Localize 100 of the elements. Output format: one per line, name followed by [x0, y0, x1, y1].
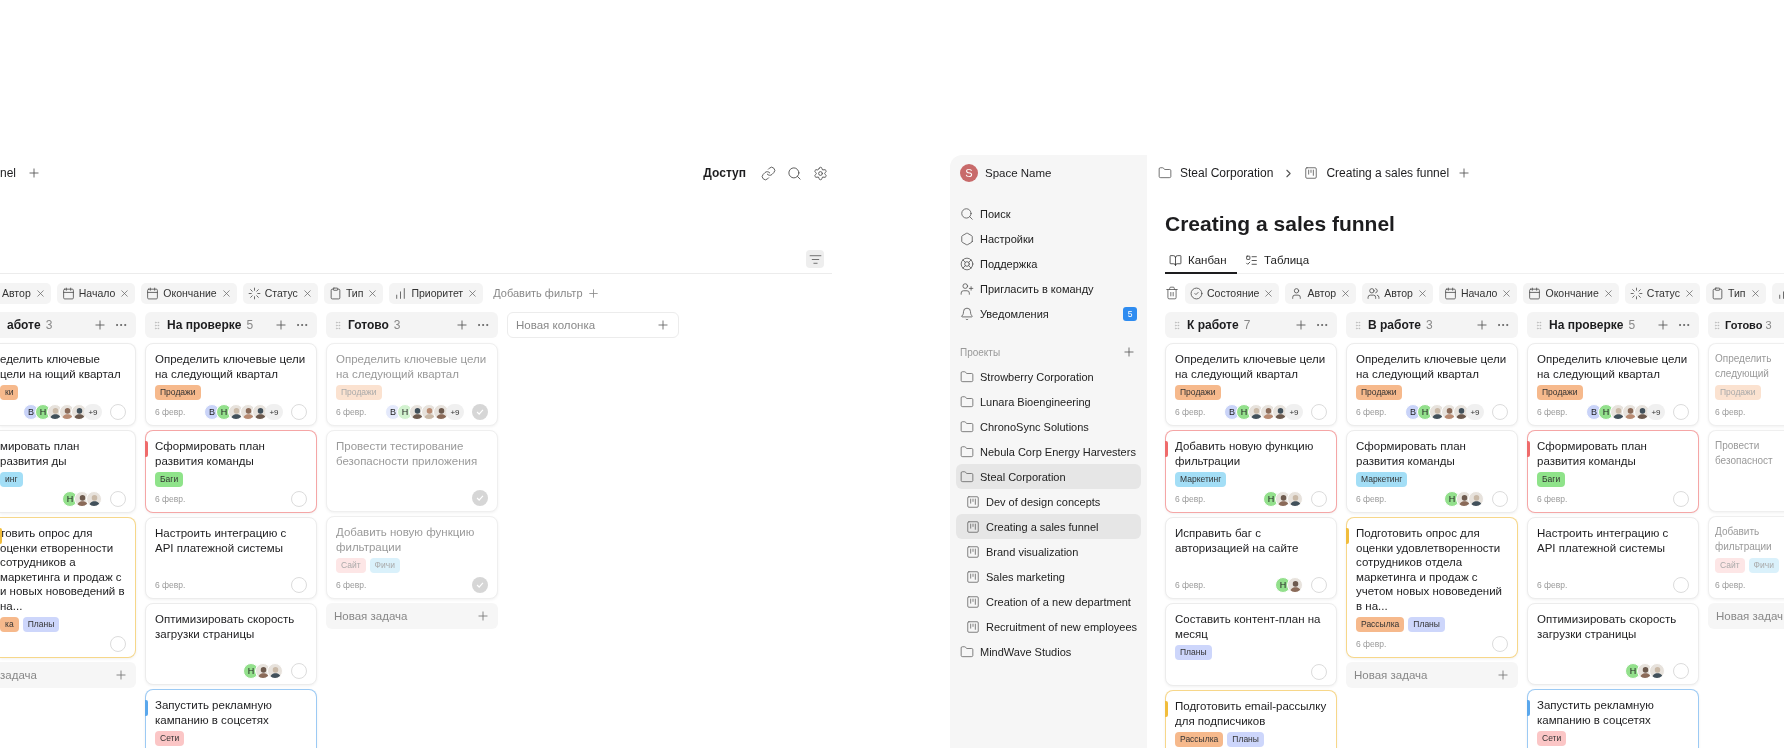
project-item[interactable]: Creating a sales funnel — [956, 514, 1141, 539]
breadcrumb-item[interactable]: Creating a sales funnel — [1326, 166, 1450, 180]
complete-checkbox[interactable] — [472, 404, 488, 420]
breadcrumb-item[interactable]: nel — [0, 166, 16, 180]
plus-icon[interactable] — [114, 668, 128, 682]
task-card[interactable]: Оптимизировать скорость загрузки страницы Н — [145, 603, 317, 685]
filter-chip[interactable]: Автор — [1285, 282, 1357, 304]
filter-chip[interactable]: Статус — [242, 282, 318, 304]
filter-chip[interactable]: Автор — [1362, 282, 1433, 304]
space-avatar[interactable]: S — [960, 164, 978, 182]
filter-chip[interactable]: Окончание — [1523, 282, 1619, 304]
nav-item[interactable]: Поиск — [956, 201, 1141, 226]
nav-item[interactable]: Поддержка — [956, 251, 1141, 276]
task-card[interactable]: Запустить рекламную кампанию в соцсетях Сети — [1527, 689, 1699, 748]
task-card[interactable]: Подготовить email-рассылку для подписчиков Рассылка Планы — [1165, 690, 1337, 748]
task-card[interactable]: товить опрос для оценки етворенности сотрудников а маркетинга и продаж с и новых нововедений в на... ка Планы — [0, 517, 136, 658]
drag-handle-icon[interactable] — [1353, 320, 1363, 330]
project-item[interactable]: Creation of a new department — [956, 589, 1141, 614]
drag-handle-icon[interactable] — [1534, 320, 1544, 330]
task-card[interactable]: Определить ключевые цели на следующий квартал Продажи 6 февр. В Н +9 — [1527, 343, 1699, 426]
search-icon[interactable] — [786, 165, 802, 181]
task-card[interactable]: Подготовить опрос для оценки удовлетворенности сотрудников отдела маркетинга и продаж с учетом новых нововедений в на... Рассылка Планы 6 февр. — [1346, 517, 1518, 658]
plus-icon[interactable] — [656, 318, 670, 332]
task-card[interactable]: Настроить интеграцию с API платежной системы 6 февр. — [145, 517, 317, 599]
access-link[interactable]: Доступ — [703, 166, 746, 180]
task-card[interactable]: Сформировать план развития команды Баги 6 февр. — [145, 430, 317, 513]
filter-chip[interactable]: Статус — [1624, 282, 1700, 304]
close-icon[interactable] — [467, 287, 479, 299]
nav-item[interactable]: Настройки — [956, 226, 1141, 251]
filter-chip[interactable]: Приоритет — [389, 282, 484, 304]
complete-checkbox[interactable] — [472, 577, 488, 593]
nav-item[interactable]: Уведомления 5 — [956, 301, 1141, 326]
close-icon[interactable] — [1416, 287, 1428, 299]
project-item[interactable]: Nebula Corp Energy Harvesters — [956, 439, 1141, 464]
task-card[interactable]: Определить ключевые цели на следующий квартал Продажи 6 февр. В Н +9 — [1165, 343, 1337, 426]
close-icon[interactable] — [34, 287, 46, 299]
task-card[interactable]: Запустить рекламную кампанию в соцсетях Сети — [145, 689, 317, 748]
plus-icon[interactable] — [454, 317, 470, 333]
task-card[interactable]: Сформировать план развития команды Маркетинг 6 февр. Н — [1346, 430, 1518, 513]
plus-icon[interactable] — [476, 609, 490, 623]
drag-handle-icon[interactable] — [152, 320, 162, 330]
task-card[interactable]: Сформировать план развития команды Баги 6 февр. — [1527, 430, 1699, 513]
close-icon[interactable] — [1602, 287, 1614, 299]
view-tab[interactable]: Канбан — [1165, 248, 1237, 274]
task-card[interactable]: Оптимизировать скорость загрузки страницы Н — [1527, 603, 1699, 685]
project-item[interactable]: Strowberry Corporation — [956, 364, 1141, 389]
complete-checkbox[interactable] — [472, 490, 488, 506]
filter-chip[interactable]: Тип — [1706, 282, 1766, 304]
project-item[interactable]: Recruitment of new employees — [956, 614, 1141, 639]
task-card[interactable]: Определить ключевые цели на следующий квартал Продажи 6 февр. В Н +9 — [145, 343, 317, 426]
filter-chip[interactable]: Окончание — [141, 282, 237, 304]
filter-chip[interactable]: Начало — [56, 282, 136, 304]
task-card[interactable]: Определить ключевые цели на следующий квартал Продажи 6 февр. В Н +9 — [326, 343, 498, 426]
plus-icon[interactable] — [1474, 317, 1490, 333]
filter-chip[interactable]: Состояние — [1185, 282, 1280, 304]
plus-icon[interactable] — [1293, 317, 1309, 333]
filter-chip[interactable]: Автор — [0, 282, 51, 304]
plus-icon[interactable] — [1496, 668, 1510, 682]
project-item[interactable]: Brand visualization — [956, 539, 1141, 564]
task-card[interactable]: Исправить баг с авторизацией на сайте 6 февр. Н — [1165, 517, 1337, 599]
plus-icon[interactable] — [1121, 344, 1137, 360]
nav-item[interactable]: Пригласить в команду — [956, 276, 1141, 301]
close-icon[interactable] — [1749, 287, 1761, 299]
filter-chip[interactable]: Тип — [323, 282, 384, 304]
task-card[interactable]: еделить ключевые цели на ющий квартал ки В Н +9 — [0, 343, 136, 426]
plus-icon[interactable] — [586, 286, 600, 300]
plus-icon[interactable] — [1655, 317, 1671, 333]
filter-chip[interactable]: Начало — [1438, 282, 1518, 304]
drag-handle-icon[interactable] — [1172, 320, 1182, 330]
project-item[interactable]: Dev of design concepts — [956, 489, 1141, 514]
close-icon[interactable] — [119, 287, 131, 299]
close-icon[interactable] — [1684, 287, 1695, 299]
project-item[interactable]: MindWave Studios — [956, 639, 1141, 664]
close-icon[interactable] — [1263, 287, 1275, 299]
new-column-field[interactable]: Новая колонка — [507, 312, 679, 338]
project-item[interactable]: Steal Corporation — [956, 464, 1141, 489]
add-filter-button[interactable]: Добавить фильтр — [489, 286, 600, 300]
filter-icon[interactable] — [806, 250, 824, 268]
close-icon[interactable] — [1501, 287, 1513, 299]
task-card[interactable]: мировать план развития ды инг Н — [0, 430, 136, 513]
space-name[interactable]: Space Name — [985, 167, 1052, 179]
task-card[interactable]: Добавить новую функцию фильтрации Маркетинг 6 февр. Н — [1165, 430, 1337, 513]
plus-icon[interactable] — [273, 317, 289, 333]
project-item[interactable]: Sales marketing — [956, 564, 1141, 589]
task-card[interactable]: Настроить интеграцию с API платежной системы 6 февр. — [1527, 517, 1699, 599]
plus-icon[interactable] — [26, 165, 42, 181]
settings-icon[interactable] — [812, 165, 828, 181]
close-icon[interactable] — [220, 287, 232, 299]
task-card[interactable]: Составить контент-план на месяц Планы — [1165, 603, 1337, 686]
project-item[interactable]: Lunara Bioengineering — [956, 389, 1141, 414]
task-card[interactable]: Определить ключевые цели на следующий квартал Продажи 6 февр. В Н +9 — [1346, 343, 1518, 426]
drag-handle-icon[interactable] — [333, 320, 343, 330]
close-icon[interactable] — [367, 287, 379, 299]
breadcrumb-item[interactable]: Steal Corporation — [1180, 166, 1274, 180]
close-icon[interactable] — [1340, 287, 1352, 299]
project-item[interactable]: ChronoSync Solutions — [956, 414, 1141, 439]
link-icon[interactable] — [760, 165, 776, 181]
close-icon[interactable] — [301, 287, 313, 299]
view-tab[interactable]: Таблица — [1241, 248, 1320, 274]
drag-handle-icon[interactable] — [1712, 320, 1722, 330]
